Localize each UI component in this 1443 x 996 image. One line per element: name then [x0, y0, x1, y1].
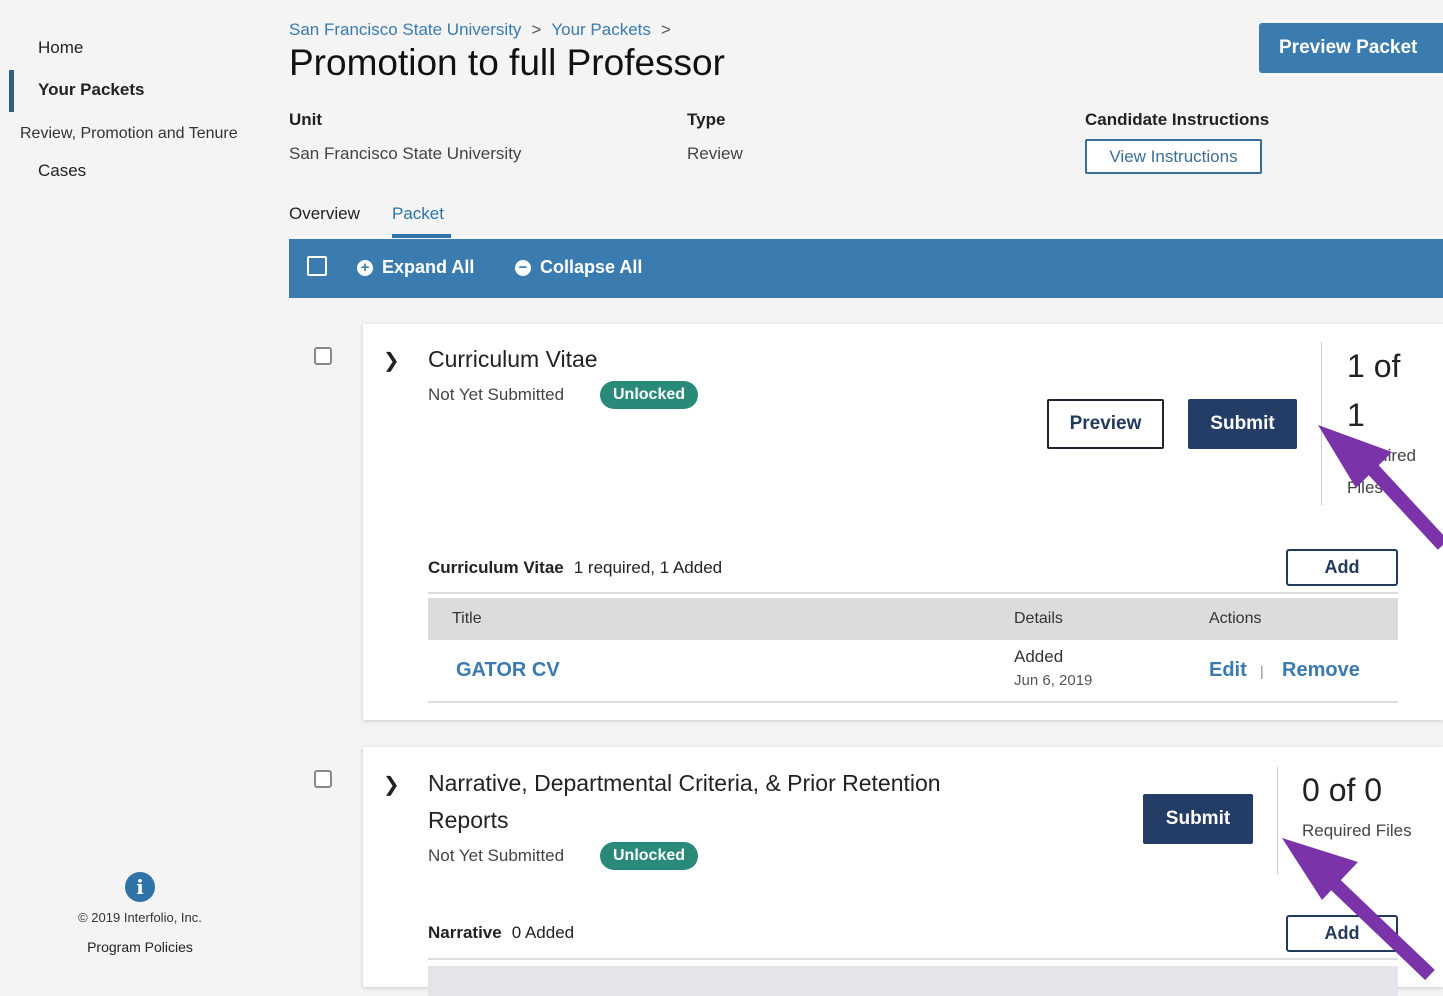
packet-toolbar: + Expand All − Collapse All — [289, 239, 1443, 298]
divider — [1277, 767, 1278, 875]
section-card-narrative: ❯ Narrative, Departmental Criteria, & Pr… — [363, 747, 1443, 996]
column-actions: Actions — [1209, 610, 1262, 627]
required-count: 0 of 0 — [1302, 772, 1383, 808]
plus-circle-icon: + — [357, 259, 373, 276]
section-title: Narrative, Departmental Criteria, & Prio… — [428, 770, 941, 796]
breadcrumb: San Francisco State University > Your Pack… — [289, 20, 681, 40]
section-title: Curriculum Vitae — [428, 346, 598, 372]
section-card-curriculum-vitae: ❯ Curriculum Vitae Not Yet Submitted Unl… — [363, 324, 1443, 720]
section-checkbox[interactable] — [314, 770, 332, 788]
type-value: Review — [687, 144, 743, 163]
submit-button[interactable]: Submit — [1188, 399, 1297, 449]
sidebar-item-cases[interactable]: Cases — [38, 161, 86, 181]
section-checkbox[interactable] — [314, 347, 332, 365]
minus-circle-icon: − — [515, 259, 531, 276]
sidebar-item-your-packets[interactable]: Your Packets — [38, 80, 144, 100]
sidebar-item-home[interactable]: Home — [38, 38, 83, 58]
view-instructions-button[interactable]: View Instructions — [1085, 139, 1262, 174]
column-details: Details — [1014, 610, 1063, 627]
collapse-all-button[interactable]: − Collapse All — [515, 257, 642, 278]
table-header — [428, 966, 1398, 996]
preview-button[interactable]: Preview — [1047, 399, 1164, 449]
expand-all-button[interactable]: + Expand All — [357, 257, 474, 278]
list-header-info: 0 Added — [511, 923, 575, 942]
list-header: Curriculum Vitae 1 required, 1 Added — [428, 558, 722, 578]
required-files-label: Required Files — [1302, 821, 1412, 840]
file-detail: Added — [1014, 647, 1064, 666]
action-separator: | — [1260, 663, 1264, 679]
select-all-checkbox[interactable] — [307, 256, 327, 276]
expand-all-label: Expand All — [382, 257, 475, 277]
breadcrumb-item-packets[interactable]: Your Packets — [551, 20, 651, 39]
required-count-total: 1 — [1347, 397, 1365, 433]
unit-label: Unit — [289, 110, 323, 129]
column-title: Title — [452, 610, 482, 627]
list-header: Narrative 0 Added — [428, 923, 574, 943]
file-date: Jun 6, 2019 — [1014, 672, 1093, 689]
submission-status: Not Yet Submitted — [428, 385, 565, 404]
copyright: © 2019 Interfolio, Inc. — [78, 910, 202, 925]
divider — [428, 592, 1398, 594]
list-header-name: Narrative — [428, 923, 502, 942]
list-header-name: Curriculum Vitae — [428, 558, 564, 577]
required-files-label: Required — [1347, 446, 1416, 465]
sidebar-section-heading: Review, Promotion and Tenure — [20, 125, 238, 142]
program-policies-link[interactable]: Program Policies — [40, 939, 240, 955]
breadcrumb-separator-icon: > — [660, 20, 671, 39]
active-indicator — [9, 70, 14, 112]
breadcrumb-separator-icon: > — [531, 20, 542, 39]
preview-packet-button[interactable]: Preview Packet — [1259, 23, 1443, 73]
chevron-down-icon[interactable]: ❯ — [383, 772, 400, 797]
edit-link[interactable]: Edit — [1209, 659, 1247, 682]
collapse-all-label: Collapse All — [540, 257, 643, 277]
submission-status: Not Yet Submitted — [428, 846, 565, 865]
divider — [428, 958, 1398, 960]
breadcrumb-item-university[interactable]: San Francisco State University — [289, 20, 521, 39]
unit-value: San Francisco State University — [289, 144, 522, 163]
table-row: GATOR CV Added Jun 6, 2019 Edit | Remove — [428, 641, 1398, 703]
tab-packet[interactable]: Packet — [392, 204, 444, 224]
unlocked-badge: Unlocked — [600, 381, 699, 409]
section-title-line2: Reports — [428, 807, 509, 833]
info-icon[interactable]: i — [125, 872, 155, 902]
unlocked-badge: Unlocked — [600, 842, 699, 870]
required-count: 1 of — [1347, 348, 1401, 384]
sidebar-footer: i © 2019 Interfolio, Inc. Program Polici… — [40, 872, 240, 955]
divider — [1321, 342, 1322, 505]
list-header-info: 1 required, 1 Added — [573, 558, 723, 577]
tab-overview[interactable]: Overview — [289, 204, 360, 224]
sidebar: Home Your Packets Review, Promotion and … — [0, 0, 270, 980]
file-title-link[interactable]: GATOR CV — [456, 659, 560, 682]
chevron-down-icon[interactable]: ❯ — [383, 348, 400, 373]
add-button[interactable]: Add — [1286, 915, 1398, 952]
page-title: Promotion to full Professor — [289, 42, 725, 83]
required-files-label-2: Files — [1347, 478, 1383, 497]
type-label: Type — [687, 110, 726, 129]
remove-link[interactable]: Remove — [1282, 659, 1360, 682]
table-header: Title Details Actions — [428, 598, 1398, 640]
submit-button[interactable]: Submit — [1143, 794, 1253, 844]
instructions-label: Candidate Instructions — [1085, 110, 1270, 129]
active-tab-underline — [392, 234, 451, 238]
add-button[interactable]: Add — [1286, 549, 1398, 586]
